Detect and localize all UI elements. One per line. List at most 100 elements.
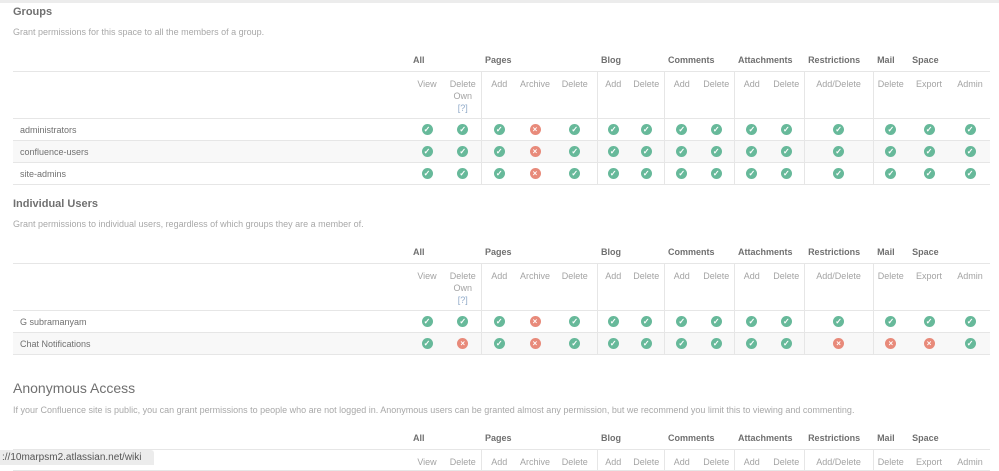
check-icon: ✓	[457, 168, 469, 180]
column-group-header: Comments	[664, 49, 735, 72]
row-name: G subramanyam	[13, 310, 409, 333]
permission-cell: ✓	[629, 310, 665, 333]
column-header: Add	[480, 263, 518, 311]
column-group-header: Pages	[481, 241, 598, 264]
column-header: Export	[908, 263, 951, 311]
column-group-header: All	[409, 427, 482, 450]
column-group-header: Restrictions	[804, 427, 874, 450]
permission-cell: ✓	[553, 140, 598, 163]
help-link[interactable]: [?]	[458, 295, 468, 305]
column-group-header: Pages	[481, 49, 598, 72]
permission-cell: ✓	[769, 118, 805, 141]
check-icon: ✓	[923, 124, 935, 136]
permission-cell: ✓	[908, 310, 951, 333]
row-name: confluence-users	[13, 140, 409, 163]
permission-cell: ✓	[803, 162, 874, 185]
section-title: Individual Users	[13, 198, 98, 210]
column-header: Delete	[769, 71, 805, 119]
permission-cell: ✓	[480, 310, 518, 333]
column-header: Delete Own [?]	[445, 71, 482, 119]
permission-cell: ✓	[445, 162, 482, 185]
permission-cell: ✓	[872, 162, 909, 185]
check-icon: ✓	[746, 146, 758, 158]
column-header: Archive	[517, 71, 554, 119]
permission-cell: ✓	[409, 162, 445, 185]
column-header: Delete	[629, 449, 665, 471]
check-icon: ✓	[833, 146, 845, 158]
check-icon: ✓	[640, 316, 652, 328]
column-header: View	[409, 71, 445, 119]
column-header: Add	[596, 449, 630, 471]
permission-cell: ×	[517, 140, 554, 163]
check-icon: ✓	[493, 168, 505, 180]
check-icon: ✓	[923, 316, 935, 328]
check-icon: ✓	[607, 168, 619, 180]
column-group-header: Blog	[597, 427, 665, 450]
help-link[interactable]: [?]	[458, 103, 468, 113]
check-icon: ✓	[780, 168, 792, 180]
column-header: Delete	[553, 449, 598, 471]
check-icon: ✓	[569, 124, 581, 136]
permission-cell: ✓	[769, 140, 805, 163]
permission-cell: ✓	[663, 118, 700, 141]
permission-cell: ×	[803, 332, 874, 355]
permission-cell: ✓	[409, 332, 445, 355]
column-header: Add/Delete	[803, 449, 874, 471]
check-icon: ✓	[746, 338, 758, 350]
check-icon: ✓	[923, 146, 935, 158]
permission-cell: ×	[517, 310, 554, 333]
permission-cell: ✓	[596, 118, 630, 141]
check-icon: ✓	[493, 146, 505, 158]
cross-icon: ×	[529, 146, 541, 158]
permission-cell: ✓	[908, 118, 951, 141]
check-icon: ✓	[710, 168, 722, 180]
permission-cell: ×	[872, 332, 909, 355]
column-group-header: Space	[908, 427, 991, 450]
column-header: Delete	[769, 263, 805, 311]
permission-cell: ✓	[699, 140, 735, 163]
column-header: Admin	[950, 449, 991, 471]
check-icon: ✓	[833, 124, 845, 136]
check-icon: ✓	[421, 146, 433, 158]
column-header: Delete	[553, 71, 598, 119]
column-header: Admin	[950, 263, 991, 311]
permission-cell: ✓	[872, 310, 909, 333]
header-spacer	[13, 71, 409, 119]
column-group-header: Restrictions	[804, 49, 874, 72]
permission-cell: ✓	[950, 140, 991, 163]
check-icon: ✓	[746, 316, 758, 328]
column-header: Delete	[699, 71, 735, 119]
permission-cell: ✓	[629, 140, 665, 163]
permission-cell: ✓	[733, 118, 770, 141]
column-header: Delete	[699, 449, 735, 471]
cross-icon: ×	[885, 338, 897, 350]
check-icon: ✓	[569, 146, 581, 158]
permission-cell: ✓	[950, 162, 991, 185]
column-header: Delete	[629, 71, 665, 119]
column-header: Delete	[872, 449, 909, 471]
check-icon: ✓	[640, 124, 652, 136]
permission-cell: ✓	[950, 332, 991, 355]
check-icon: ✓	[885, 146, 897, 158]
permissions-table: All Pages Blog Comments Attachments Restricti…	[13, 427, 991, 471]
column-header: Delete	[769, 449, 805, 471]
check-icon: ✓	[710, 146, 722, 158]
check-icon: ✓	[885, 316, 897, 328]
check-icon: ✓	[569, 168, 581, 180]
column-header: Add/Delete	[803, 263, 874, 311]
column-header: Add	[480, 71, 518, 119]
column-header: Delete	[629, 263, 665, 311]
permission-cell: ✓	[950, 118, 991, 141]
column-header: Add/Delete	[803, 71, 874, 119]
check-icon: ✓	[746, 168, 758, 180]
column-header: Add	[733, 71, 770, 119]
permission-cell: ✓	[908, 162, 951, 185]
check-icon: ✓	[640, 146, 652, 158]
permission-cell: ✓	[908, 140, 951, 163]
check-icon: ✓	[833, 168, 845, 180]
permission-cell: ✓	[553, 118, 598, 141]
column-header: Add	[733, 449, 770, 471]
column-group-header: Space	[908, 241, 991, 264]
permission-cell: ✓	[596, 140, 630, 163]
table-row: Chat Notifications ✓ × ✓ × ✓ ✓ ✓ ✓ ✓ ✓ ✓ × × × ✓	[13, 332, 991, 355]
